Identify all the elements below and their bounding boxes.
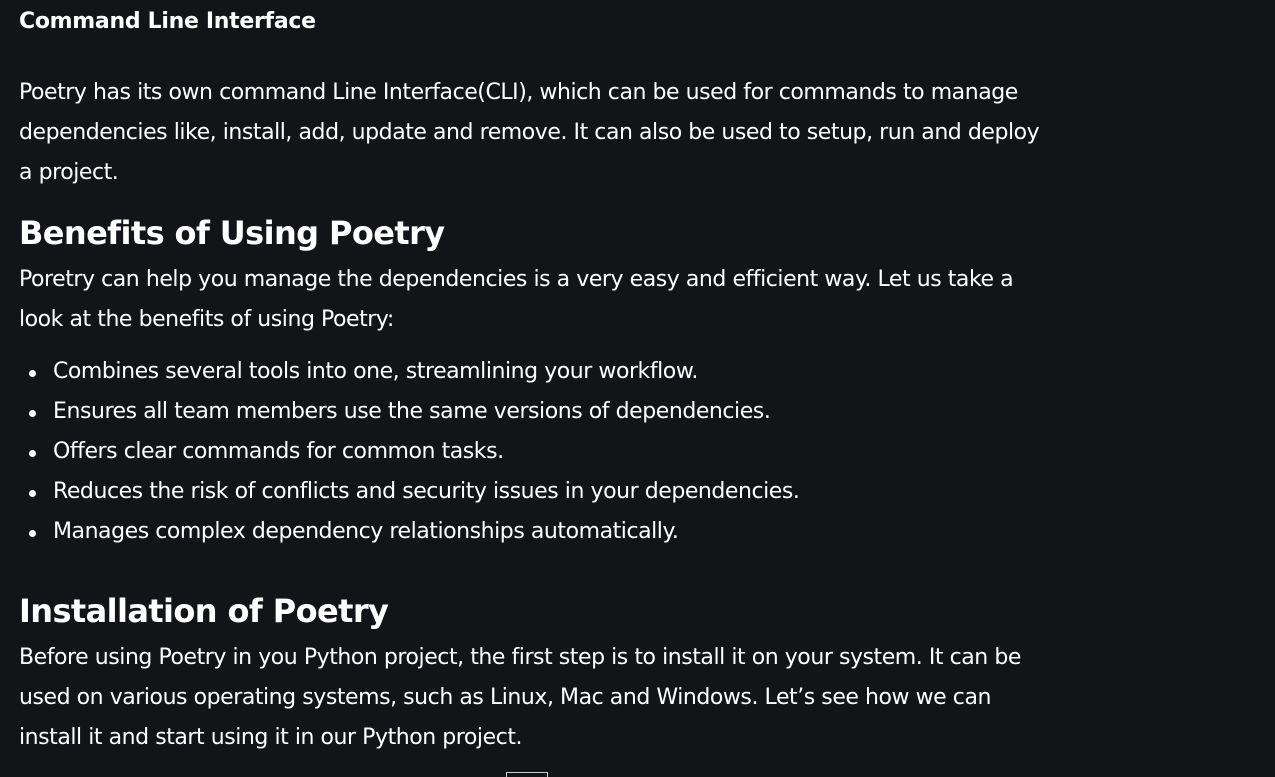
bullet-icon	[29, 450, 36, 457]
list-item: Manages complex dependency relationships…	[19, 512, 1049, 552]
bullet-icon	[29, 410, 36, 417]
image-placeholder	[506, 772, 548, 777]
list-item-text: Reduces the risk of conflicts and securi…	[53, 479, 800, 504]
list-item: Offers clear commands for common tasks.	[19, 432, 1049, 472]
installation-heading: Installation of Poetry	[19, 592, 389, 630]
bullet-icon	[29, 530, 36, 537]
list-item-text: Manages complex dependency relationships…	[53, 519, 679, 544]
list-item: Combines several tools into one, streaml…	[19, 352, 1049, 392]
list-item-text: Ensures all team members use the same ve…	[53, 399, 771, 424]
bullet-icon	[29, 370, 36, 377]
installation-paragraph: Before using Poetry in you Python projec…	[19, 645, 1021, 750]
benefits-heading: Benefits of Using Poetry	[19, 214, 445, 252]
benefits-list: Combines several tools into one, streaml…	[19, 352, 1049, 552]
list-item-text: Combines several tools into one, streaml…	[53, 359, 698, 384]
bullet-icon	[29, 490, 36, 497]
cli-subheading: Command Line Interface	[19, 9, 316, 34]
cli-paragraph: Poetry has its own command Line Interfac…	[19, 80, 1040, 185]
list-item-text: Offers clear commands for common tasks.	[53, 439, 504, 464]
benefits-intro: Poretry can help you manage the dependen…	[19, 267, 1014, 332]
list-item: Ensures all team members use the same ve…	[19, 392, 1049, 432]
list-item: Reduces the risk of conflicts and securi…	[19, 472, 1049, 512]
article-content: Command Line Interface Poetry has its ow…	[19, 0, 1049, 758]
